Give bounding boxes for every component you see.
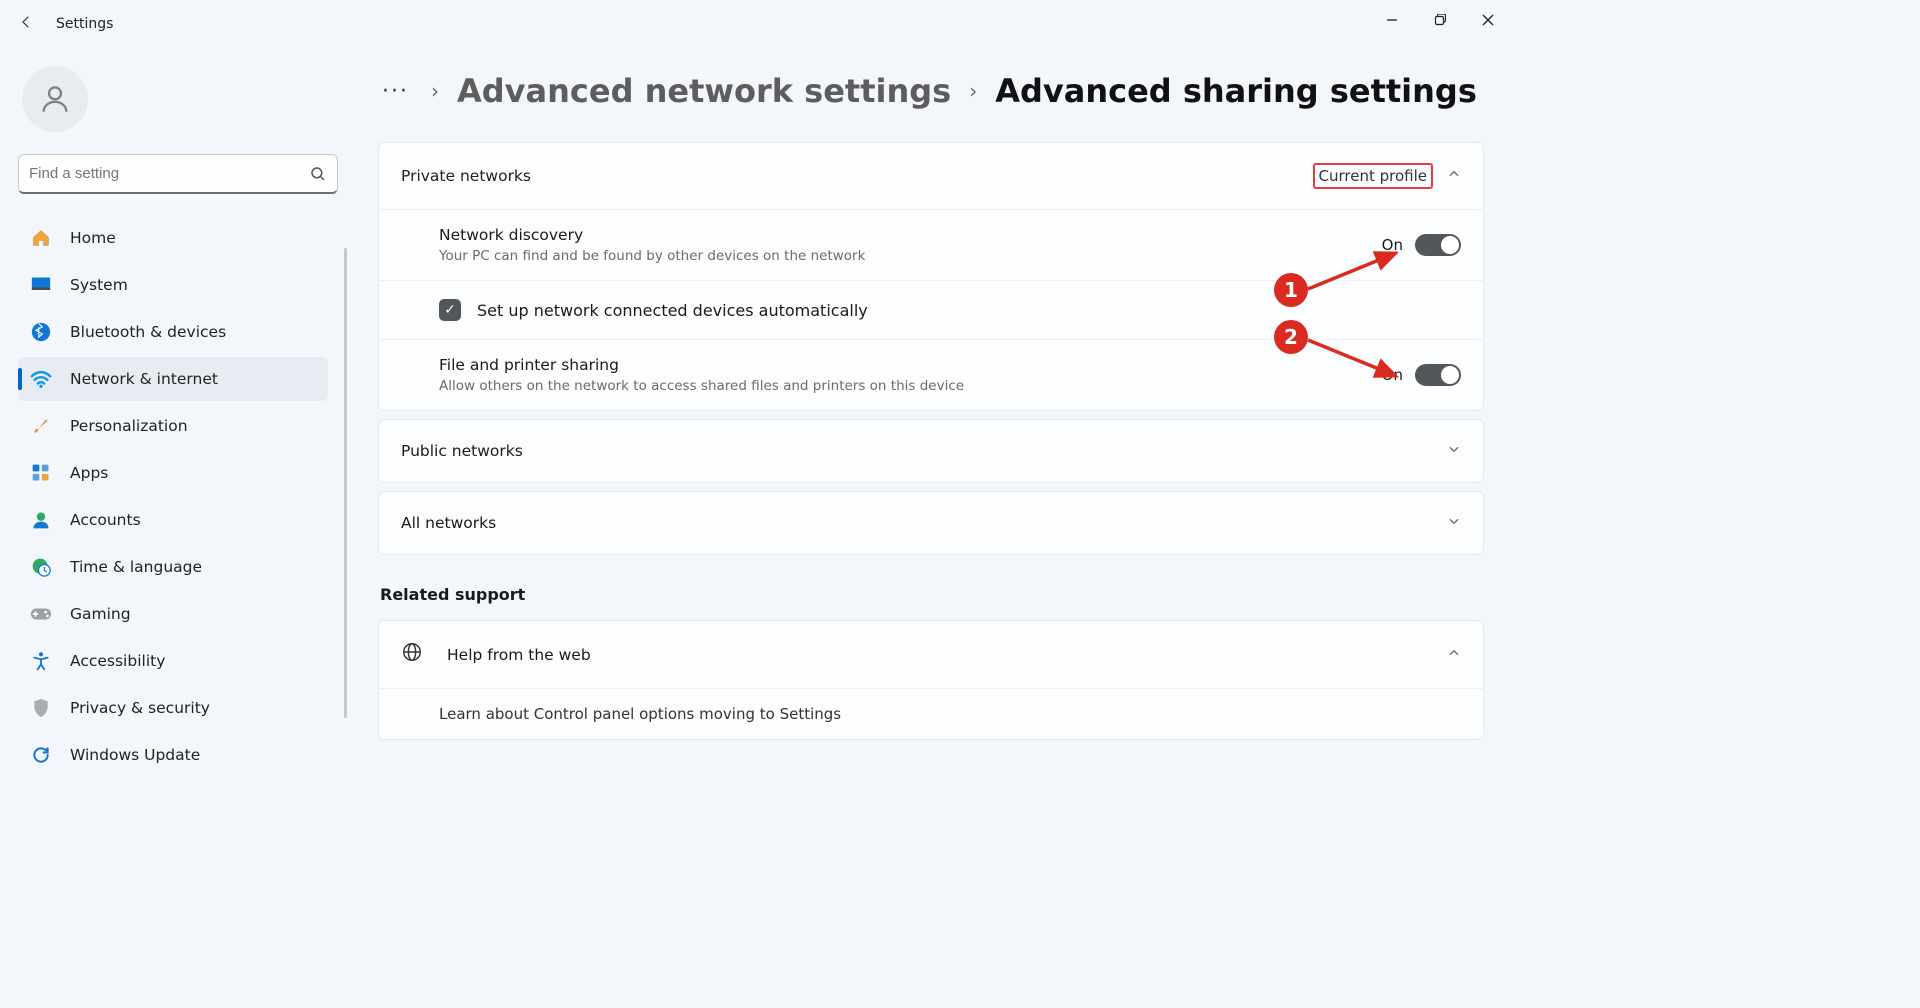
chevron-down-icon: [1447, 514, 1461, 532]
annotation-marker-2: 2: [1274, 320, 1308, 354]
annotation-arrow-2: [1300, 332, 1410, 384]
shield-icon: [30, 697, 52, 719]
help-link[interactable]: Learn about Control panel options moving…: [379, 688, 1483, 739]
nav-personalization[interactable]: Personalization: [18, 404, 328, 448]
section-title: All networks: [401, 514, 496, 532]
nav-label: Bluetooth & devices: [70, 323, 226, 341]
nav-time[interactable]: Time & language: [18, 545, 328, 589]
window-controls: [1368, 0, 1512, 40]
main-content: ··· › Advanced network settings › Advanc…: [350, 48, 1512, 793]
user-avatar[interactable]: [22, 66, 88, 132]
globe-icon: [401, 641, 427, 668]
nav-label: Home: [70, 229, 116, 247]
private-networks-header[interactable]: Private networks Current profile: [379, 143, 1483, 209]
chevron-up-icon: [1447, 167, 1461, 185]
current-profile-badge: Current profile: [1313, 163, 1434, 189]
chevron-right-icon: ›: [969, 79, 977, 103]
annotation-marker-1: 1: [1274, 273, 1308, 307]
search-icon: [309, 165, 327, 183]
nav-label: Network & internet: [70, 370, 218, 388]
all-networks-card[interactable]: All networks: [378, 491, 1484, 555]
brush-icon: [30, 415, 52, 437]
section-title: Private networks: [401, 167, 531, 185]
nav-label: Apps: [70, 464, 108, 482]
nav-label: Time & language: [70, 558, 202, 576]
auto-setup-checkbox[interactable]: ✓: [439, 299, 461, 321]
row-title: Network discovery: [439, 226, 1382, 244]
nav-label: Accounts: [70, 511, 141, 529]
person-icon: [30, 509, 52, 531]
globe-clock-icon: [30, 556, 52, 578]
row-subtitle: Your PC can find and be found by other d…: [439, 248, 1382, 264]
nav-label: Gaming: [70, 605, 131, 623]
close-button[interactable]: [1464, 0, 1512, 40]
update-icon: [30, 744, 52, 766]
titlebar: Settings: [0, 0, 1512, 48]
bluetooth-icon: [30, 321, 52, 343]
row-subtitle: Allow others on the network to access sh…: [439, 378, 1382, 394]
nav-label: System: [70, 276, 128, 294]
nav-gaming[interactable]: Gaming: [18, 592, 328, 636]
app-title: Settings: [56, 16, 113, 32]
chevron-down-icon: [1447, 442, 1461, 460]
accessibility-icon: [30, 650, 52, 672]
maximize-button[interactable]: [1416, 0, 1464, 40]
gamepad-icon: [30, 603, 52, 625]
file-printer-sharing-toggle[interactable]: [1415, 364, 1461, 386]
back-button[interactable]: [6, 13, 46, 36]
help-title: Help from the web: [447, 646, 1447, 664]
home-icon: [30, 227, 52, 249]
breadcrumb-parent[interactable]: Advanced network settings: [457, 72, 951, 110]
nav-privacy[interactable]: Privacy & security: [18, 686, 328, 730]
system-icon: [30, 274, 52, 296]
nav-accounts[interactable]: Accounts: [18, 498, 328, 542]
nav-list: Home System Bluetooth & devices Network …: [18, 216, 340, 777]
minimize-button[interactable]: [1368, 0, 1416, 40]
help-header[interactable]: Help from the web: [379, 621, 1483, 688]
annotation-arrow-1: [1300, 245, 1410, 297]
public-networks-card[interactable]: Public networks: [378, 419, 1484, 483]
chevron-right-icon: ›: [431, 79, 439, 103]
page-title: Advanced sharing settings: [995, 72, 1477, 110]
wifi-icon: [30, 368, 52, 390]
nav-home[interactable]: Home: [18, 216, 328, 260]
breadcrumb-overflow[interactable]: ···: [378, 79, 413, 104]
help-card: Help from the web Learn about Control pa…: [378, 620, 1484, 740]
nav-update[interactable]: Windows Update: [18, 733, 328, 777]
checkbox-label: Set up network connected devices automat…: [477, 301, 868, 320]
nav-label: Personalization: [70, 417, 188, 435]
nav-bluetooth[interactable]: Bluetooth & devices: [18, 310, 328, 354]
search-input[interactable]: [29, 165, 309, 182]
sidebar-scrollbar[interactable]: [344, 248, 347, 718]
search-box[interactable]: [18, 154, 338, 194]
nav-label: Privacy & security: [70, 699, 210, 717]
nav-network[interactable]: Network & internet: [18, 357, 328, 401]
sidebar: Home System Bluetooth & devices Network …: [0, 48, 350, 793]
apps-icon: [30, 462, 52, 484]
nav-label: Accessibility: [70, 652, 165, 670]
chevron-up-icon: [1447, 646, 1461, 664]
nav-system[interactable]: System: [18, 263, 328, 307]
nav-apps[interactable]: Apps: [18, 451, 328, 495]
breadcrumb: ··· › Advanced network settings › Advanc…: [378, 72, 1484, 110]
section-title: Public networks: [401, 442, 523, 460]
row-title: File and printer sharing: [439, 356, 1382, 374]
nav-accessibility[interactable]: Accessibility: [18, 639, 328, 683]
nav-label: Windows Update: [70, 746, 200, 764]
network-discovery-toggle[interactable]: [1415, 234, 1461, 256]
related-support-heading: Related support: [380, 585, 1484, 604]
